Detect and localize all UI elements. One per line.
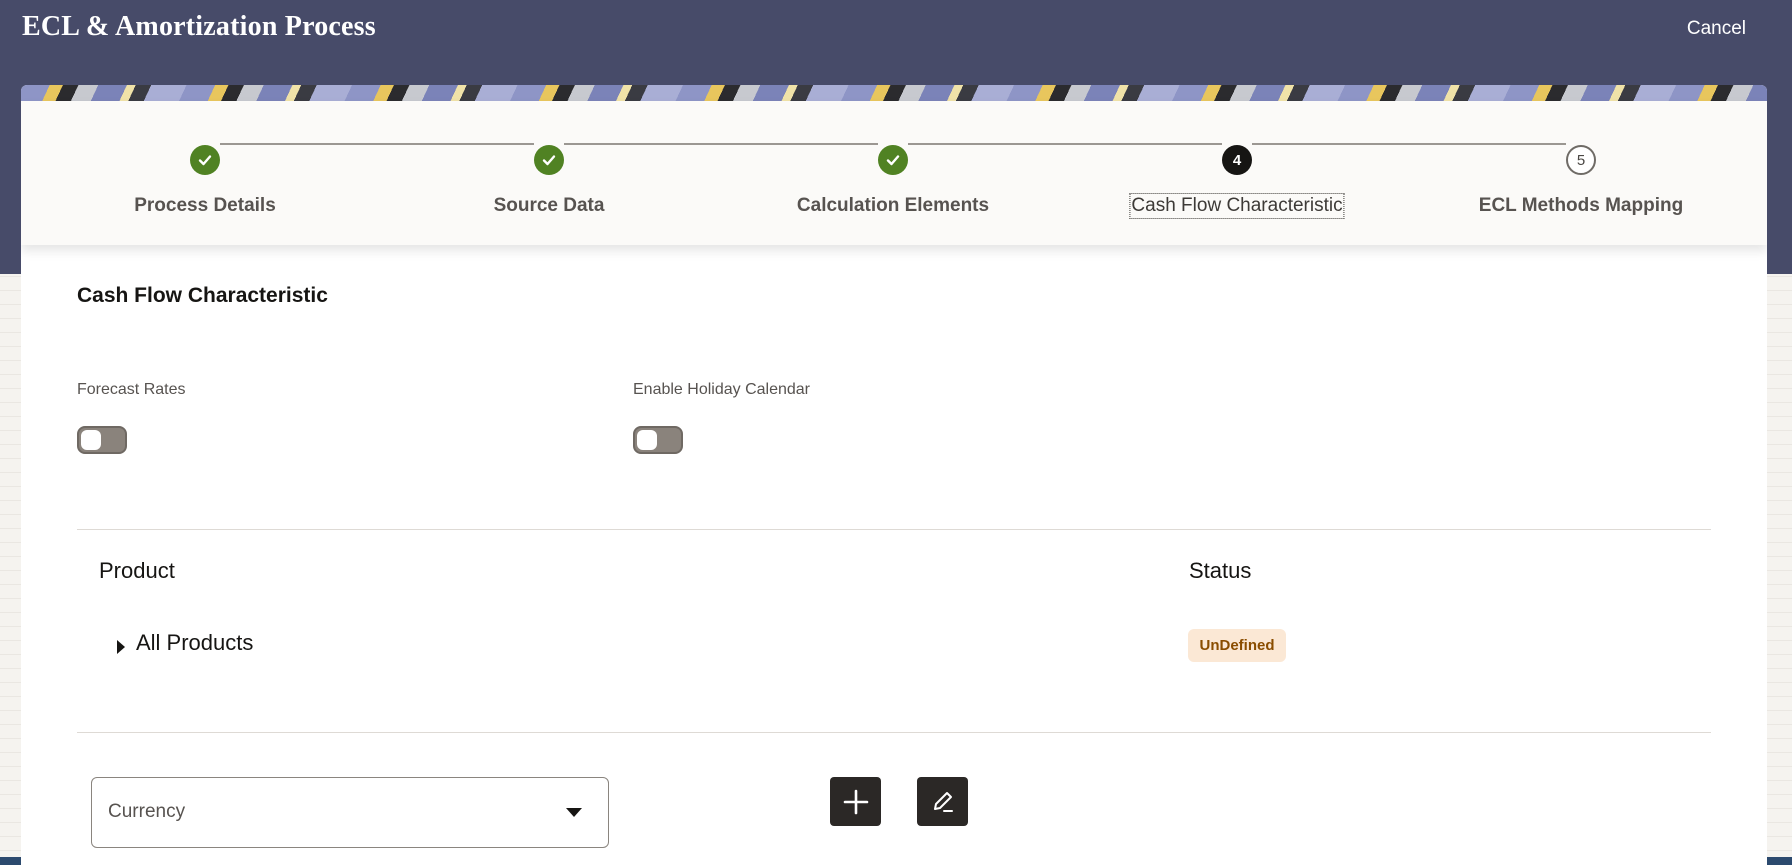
toggle-knob — [637, 430, 657, 450]
step-3-label[interactable]: Calculation Elements — [797, 195, 989, 217]
train-connector — [908, 143, 1222, 145]
forecast-rates-toggle[interactable] — [77, 426, 127, 454]
divider — [77, 529, 1711, 530]
plus-icon — [843, 789, 868, 814]
step-1-label[interactable]: Process Details — [134, 195, 276, 217]
step-2-completed-icon[interactable] — [534, 145, 564, 175]
step-1-completed-icon[interactable] — [190, 145, 220, 175]
train-connector — [220, 143, 534, 145]
expand-row-icon[interactable] — [114, 637, 128, 657]
currency-placeholder: Currency — [108, 801, 186, 822]
cancel-button[interactable]: Cancel — [1660, 18, 1746, 42]
step-5-label[interactable]: ECL Methods Mapping — [1479, 195, 1683, 217]
step-3-completed-icon[interactable] — [878, 145, 908, 175]
page-title: ECL & Amortization Process — [22, 11, 376, 42]
step-5-marker[interactable]: 5 — [1566, 145, 1596, 175]
step-2-label[interactable]: Source Data — [494, 195, 605, 217]
add-button[interactable] — [830, 777, 881, 826]
toggle-knob — [81, 430, 101, 450]
column-header-product: Product — [99, 558, 175, 583]
divider — [77, 732, 1711, 733]
pencil-icon — [933, 791, 953, 812]
holiday-calendar-toggle[interactable] — [633, 426, 683, 454]
forecast-rates-label: Forecast Rates — [77, 381, 186, 398]
column-header-status: Status — [1189, 558, 1252, 583]
decorative-banner — [21, 85, 1767, 101]
chevron-down-icon — [565, 806, 583, 824]
tree-row-label[interactable]: All Products — [136, 630, 253, 656]
holiday-calendar-label: Enable Holiday Calendar — [633, 381, 810, 398]
currency-select[interactable]: Currency — [91, 777, 609, 848]
step-4-current-marker[interactable]: 4 — [1222, 145, 1252, 175]
status-badge: UnDefined — [1188, 629, 1286, 662]
train-connector — [564, 143, 878, 145]
step-4-label[interactable]: Cash Flow Characteristic — [1129, 193, 1345, 219]
train-connector — [1252, 143, 1566, 145]
edit-button[interactable] — [917, 777, 968, 826]
section-title: Cash Flow Characteristic — [77, 284, 328, 307]
